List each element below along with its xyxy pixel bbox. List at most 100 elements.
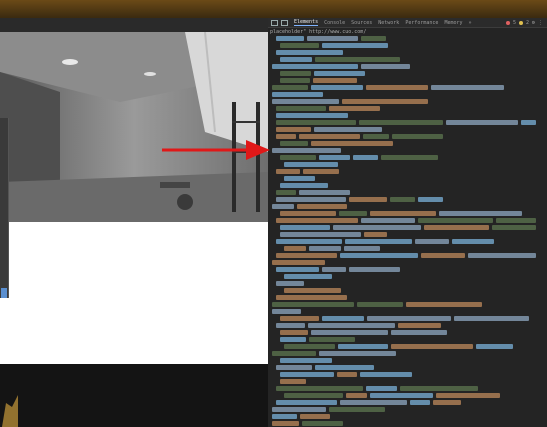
dom-tree-line-segment <box>308 323 395 328</box>
dom-tree-line-segment <box>272 99 339 104</box>
dom-tree-line-segment <box>276 106 326 111</box>
dom-tree-line-segment <box>280 211 336 216</box>
dom-tree-line-segment <box>309 337 355 342</box>
dom-tree-line-segment <box>319 155 350 160</box>
dom-tree-line-segment <box>452 239 494 244</box>
dom-tree-line-segment <box>313 78 357 83</box>
dom-tree-line-segment <box>276 253 337 258</box>
dom-tree-line-segment <box>280 337 306 342</box>
dom-tree-line-segment <box>421 253 465 258</box>
dom-tree-line-segment <box>311 141 393 146</box>
dom-tree-line-segment <box>276 197 346 202</box>
dom-tree-line-segment <box>329 407 385 412</box>
dom-tree-line-segment <box>342 99 428 104</box>
inspect-element-icon[interactable] <box>271 19 278 26</box>
more-options-icon[interactable]: ⋮ <box>538 20 543 26</box>
tab-console[interactable]: Console <box>324 20 345 26</box>
dom-tree-line-segment <box>322 316 364 321</box>
dom-tree-line-segment <box>361 64 410 69</box>
dom-tree-line-segment <box>398 323 441 328</box>
arrow-right-icon <box>162 140 270 160</box>
dom-tree-line-segment <box>280 372 334 377</box>
dom-tree-line-segment <box>391 330 447 335</box>
gym-room-photo <box>0 32 268 222</box>
error-icon <box>505 20 510 25</box>
tab-network[interactable]: Network <box>378 20 399 26</box>
dom-tree-line-segment <box>303 169 339 174</box>
dom-tree-line-segment <box>439 211 522 216</box>
dom-tree-line-segment <box>280 330 308 335</box>
dom-tree-line-segment <box>333 225 421 230</box>
dom-tree-line-segment <box>276 239 342 244</box>
device-toggle-icon[interactable] <box>281 19 288 26</box>
dom-tree-line-segment <box>280 379 306 384</box>
devtools-status-badges[interactable]: 5 2 ⚙ ⋮ <box>505 19 543 26</box>
dom-tree-line-segment <box>446 120 518 125</box>
dom-tree-line-segment <box>345 239 412 244</box>
dom-tree-line-segment <box>276 323 305 328</box>
dom-tree-line-segment <box>364 232 387 237</box>
web-page-viewport <box>0 18 268 427</box>
dom-tree-line-segment <box>276 127 311 132</box>
dom-tree-line-segment <box>357 302 403 307</box>
dom-tree-line-segment <box>280 155 316 160</box>
dom-tree-line-segment <box>276 218 358 223</box>
dom-tree-line-segment <box>359 120 443 125</box>
dom-tree-line-segment <box>521 120 536 125</box>
error-count: 5 <box>512 19 516 26</box>
dom-tree-line-segment <box>276 281 304 286</box>
dom-tree-line-segment <box>272 260 325 265</box>
dom-tree-line-segment <box>366 85 428 90</box>
dom-tree-line-segment <box>424 225 489 230</box>
floating-side-panel <box>0 118 9 298</box>
dom-tree-line-segment <box>280 225 330 230</box>
dom-tree-line-segment <box>276 400 337 405</box>
dom-tree-line-segment <box>284 274 332 279</box>
dom-tree-line-segment <box>346 393 367 398</box>
dom-tree-line-segment <box>418 218 493 223</box>
warning-icon <box>518 20 523 25</box>
dom-tree-line-segment <box>272 351 316 356</box>
dom-tree-line-segment <box>272 204 294 209</box>
warning-count: 2 <box>525 19 529 26</box>
tab-elements[interactable]: Elements <box>294 19 319 26</box>
dom-tree-line-segment <box>272 148 341 153</box>
dom-tree-line-segment <box>315 57 400 62</box>
gear-icon[interactable]: ⚙ <box>532 20 535 26</box>
tab-sources[interactable]: Sources <box>351 20 372 26</box>
dom-tree-line-segment <box>280 78 310 83</box>
dom-tree-line-segment <box>280 57 312 62</box>
dom-tree-line-segment <box>302 421 343 426</box>
dom-tree-line-segment <box>322 267 346 272</box>
dom-tree-line-segment <box>392 134 443 139</box>
dom-tree-line-segment <box>367 316 451 321</box>
dom-tree-line-segment <box>363 134 389 139</box>
dom-tree-line-segment <box>280 316 319 321</box>
dom-tree-line-segment <box>276 113 348 118</box>
dom-tree-line-segment <box>276 267 319 272</box>
dom-tree-line-segment <box>311 330 388 335</box>
dom-tree-line-segment <box>468 253 536 258</box>
elements-dom-tree[interactable]: placeholder" http://www.cuo.com/ <box>268 28 547 427</box>
tab-more[interactable]: » <box>469 20 472 26</box>
page-footer-dark <box>0 364 268 427</box>
dom-tree-line-segment <box>307 36 358 41</box>
dom-tree-line-segment <box>276 134 296 139</box>
dom-tree-line-segment <box>299 134 360 139</box>
page-header <box>0 18 268 32</box>
dom-tree-line-segment <box>349 267 400 272</box>
gym-room-illustration <box>0 32 268 222</box>
dom-tree-line-segment <box>276 36 304 41</box>
dom-tree-line-segment <box>319 351 396 356</box>
dom-tree-line-segment <box>309 246 341 251</box>
dom-tree-line-segment <box>272 407 326 412</box>
tab-memory[interactable]: Memory <box>444 20 462 26</box>
dom-tree-line-segment <box>315 365 374 370</box>
dom-tree-line-segment <box>329 106 380 111</box>
dom-tree-line-segment <box>272 302 354 307</box>
tab-performance[interactable]: Performance <box>405 20 438 26</box>
side-panel-button[interactable] <box>1 288 7 298</box>
dom-tree-line-segment <box>418 197 443 202</box>
dom-tree-line-segment <box>284 162 338 167</box>
dom-tree-line-segment <box>492 225 536 230</box>
